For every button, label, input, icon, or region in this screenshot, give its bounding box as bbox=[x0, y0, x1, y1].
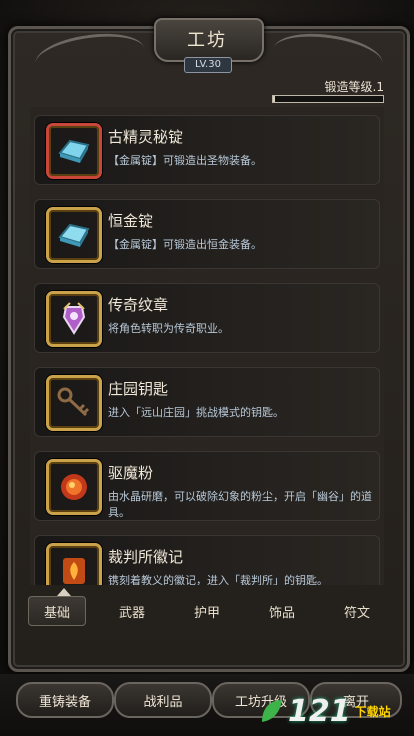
list-item[interactable]: 古精灵秘锭 【金属锭】可锻造出圣物装备。 bbox=[34, 115, 380, 185]
crest-emblem-icon bbox=[62, 302, 86, 335]
loot-button[interactable]: 战利品 bbox=[114, 682, 212, 718]
item-name: 裁判所徽记 bbox=[108, 548, 184, 566]
item-name: 传奇纹章 bbox=[108, 296, 169, 314]
blue-ingot-icon bbox=[58, 223, 90, 247]
tab-runes[interactable]: 符文 bbox=[328, 596, 386, 626]
tab-basic[interactable]: 基础 bbox=[28, 596, 86, 626]
list-item[interactable]: 裁判所徽记 镌刻着教义的徽记，进入「裁判所」的钥匙。 bbox=[34, 535, 380, 585]
page-title: 工坊 bbox=[187, 30, 227, 51]
active-tab-pointer-icon bbox=[57, 588, 71, 596]
tab-weapons[interactable]: 武器 bbox=[103, 596, 161, 626]
reforge-equipment-button[interactable]: 重铸装备 bbox=[16, 682, 114, 718]
item-name: 驱魔粉 bbox=[108, 464, 154, 482]
item-icon-frame bbox=[46, 459, 102, 515]
list-item[interactable]: 庄园钥匙 进入「远山庄园」挑战模式的钥匙。 bbox=[34, 367, 380, 437]
watermark-number: 121 bbox=[288, 693, 351, 729]
tab-armor[interactable]: 护甲 bbox=[178, 596, 236, 626]
tab-accessories[interactable]: 饰品 bbox=[253, 596, 311, 626]
item-description: 【金属锭】可锻造出圣物装备。 bbox=[108, 154, 262, 167]
key-icon bbox=[57, 387, 90, 417]
fire-powder-icon bbox=[61, 474, 87, 500]
list-item[interactable]: 传奇纹章 将角色转职为传奇职业。 bbox=[34, 283, 380, 353]
level-badge: LV.30 bbox=[184, 57, 232, 73]
frame-ornament-left bbox=[32, 27, 148, 86]
item-list[interactable]: 古精灵秘锭 【金属锭】可锻造出圣物装备。 恒金锭 【金属锭】可锻造出恒金装备。 … bbox=[30, 107, 384, 585]
item-name: 恒金锭 bbox=[108, 212, 154, 230]
item-icon-frame bbox=[46, 291, 102, 347]
item-description: 【金属锭】可锻造出恒金装备。 bbox=[108, 238, 262, 251]
site-watermark: 121 下载站 bbox=[258, 690, 408, 732]
list-item[interactable]: 驱魔粉 由水晶研磨，可以破除幻象的粉尘，开启「幽谷」的道具。 bbox=[34, 451, 380, 521]
item-icon-frame bbox=[46, 543, 102, 585]
category-tabs: 基础 武器 护甲 饰品 符文 bbox=[28, 596, 386, 630]
item-description: 镌刻着教义的徽记，进入「裁判所」的钥匙。 bbox=[108, 574, 328, 585]
forge-level-label: 锻造等级.1 bbox=[324, 80, 384, 94]
item-icon-frame bbox=[46, 207, 102, 263]
list-item[interactable]: 恒金锭 【金属锭】可锻造出恒金装备。 bbox=[34, 199, 380, 269]
watermark-text: 下载站 bbox=[354, 704, 391, 719]
forge-progress-bar bbox=[272, 95, 384, 103]
frame-ornament-right bbox=[270, 27, 386, 86]
fire-sigil-icon bbox=[63, 558, 85, 584]
forge-progress-fill bbox=[273, 96, 276, 102]
blue-ingot-icon bbox=[58, 139, 90, 163]
item-description: 由水晶研磨，可以破除幻象的粉尘，开启「幽谷」的道具。 bbox=[108, 490, 372, 519]
leaf-logo-icon bbox=[262, 700, 282, 722]
item-icon-frame bbox=[46, 123, 102, 179]
item-icon-frame bbox=[46, 375, 102, 431]
item-name: 古精灵秘锭 bbox=[108, 128, 184, 146]
item-description: 进入「远山庄园」挑战模式的钥匙。 bbox=[108, 406, 284, 419]
item-description: 将角色转职为传奇职业。 bbox=[108, 322, 229, 335]
item-name: 庄园钥匙 bbox=[108, 380, 169, 398]
